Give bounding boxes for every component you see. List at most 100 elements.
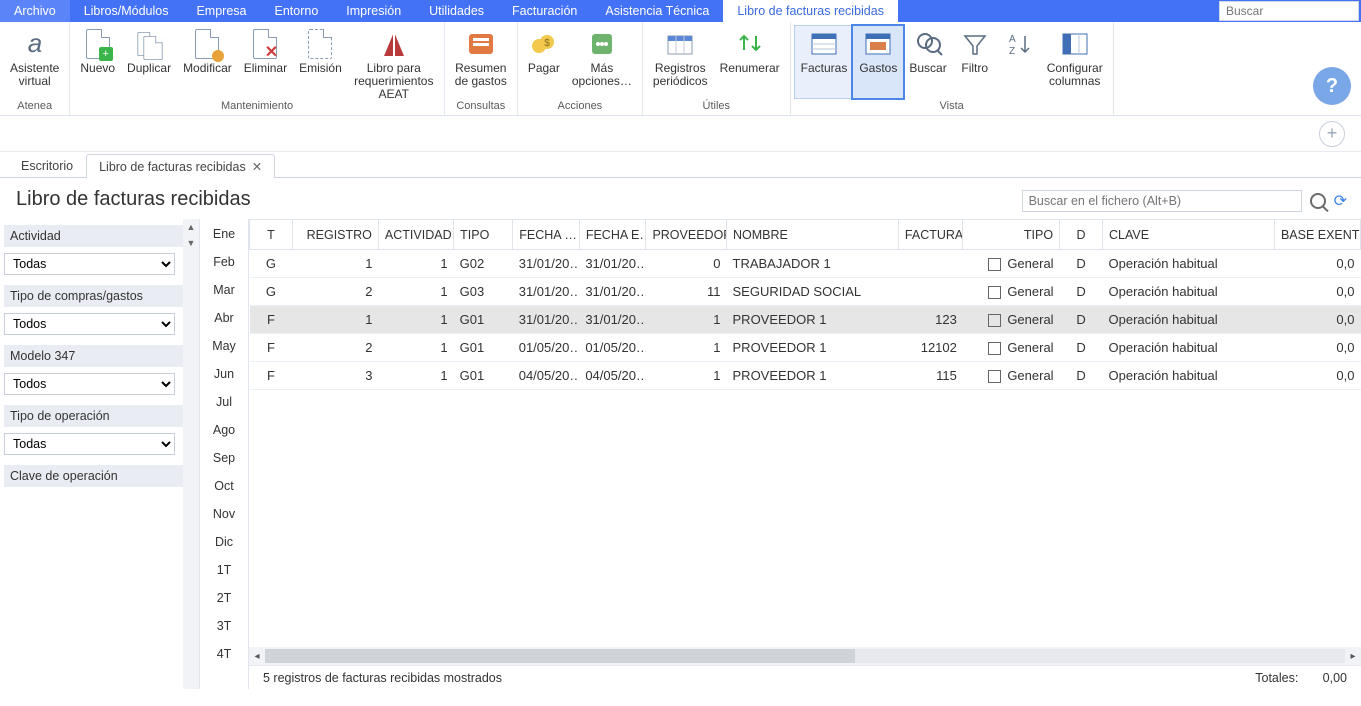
menu-impresi-n[interactable]: Impresión	[332, 0, 415, 22]
search-icon[interactable]	[1310, 193, 1326, 209]
ribbon-filtro-button[interactable]: Filtro	[953, 26, 997, 98]
filter-actividad[interactable]: Todas	[4, 253, 175, 275]
menu-empresa[interactable]: Empresa	[182, 0, 260, 22]
cell-tipo2: General	[963, 362, 1060, 390]
tab-escritorio[interactable]: Escritorio	[8, 154, 86, 177]
ribbon-buscar-button[interactable]: Buscar	[903, 26, 952, 98]
col-f2[interactable]: FECHA E…	[579, 220, 646, 250]
month-abr[interactable]: Abr	[208, 309, 239, 327]
ribbon-ordenar-button[interactable]: AZ	[997, 26, 1041, 98]
col-d[interactable]: D	[1060, 220, 1103, 250]
ribbon-gastos-button[interactable]: Gastos	[853, 26, 903, 98]
month-1t[interactable]: 1T	[211, 561, 238, 579]
checkbox-icon[interactable]	[988, 342, 1001, 355]
global-search-input[interactable]	[1219, 1, 1359, 21]
month-oct[interactable]: Oct	[208, 477, 239, 495]
menu-entorno[interactable]: Entorno	[260, 0, 332, 22]
month-ago[interactable]: Ago	[207, 421, 241, 439]
filter-modelo[interactable]: Todos	[4, 373, 175, 395]
ribbon-eliminar-button[interactable]: ✕Eliminar	[238, 26, 293, 98]
col-registro[interactable]: REGISTRO	[292, 220, 378, 250]
ribbon-cols-button[interactable]: Configurarcolumnas	[1041, 26, 1109, 98]
col-prov[interactable]: PROVEEDOR	[646, 220, 727, 250]
month-ene[interactable]: Ene	[207, 225, 241, 243]
svg-text:A: A	[1009, 34, 1016, 45]
checkbox-icon[interactable]	[988, 286, 1001, 299]
help-button[interactable]: ?	[1313, 67, 1351, 105]
filter-compras[interactable]: Todos	[4, 313, 175, 335]
month-4t[interactable]: 4T	[211, 645, 238, 663]
checkbox-icon[interactable]	[988, 258, 1001, 271]
ribbon-gastos-label: Gastos	[859, 62, 897, 75]
month-feb[interactable]: Feb	[207, 253, 241, 271]
tab-close-icon[interactable]: ✕	[252, 160, 262, 174]
month-dic[interactable]: Dic	[209, 533, 239, 551]
month-jul[interactable]: Jul	[210, 393, 238, 411]
table-row[interactable]: G21G0331/01/20…31/01/20…11SEGURIDAD SOCI…	[250, 278, 1361, 306]
col-actividad[interactable]: ACTIVIDAD	[378, 220, 453, 250]
month-jun[interactable]: Jun	[208, 365, 240, 383]
cell-prov: 1	[646, 334, 727, 362]
ribbon-libroaeat-button[interactable]: Libro pararequerimientos AEAT	[348, 26, 440, 98]
cell-base: 0,0	[1274, 250, 1360, 278]
filter-scrollbar[interactable]: ▲▼	[183, 219, 199, 689]
add-button[interactable]: +	[1319, 121, 1345, 147]
ordenar-icon: AZ	[1003, 28, 1035, 60]
checkbox-icon[interactable]	[988, 314, 1001, 327]
cell-registro: 2	[292, 278, 378, 306]
cell-actividad: 1	[378, 250, 453, 278]
cell-factura: 115	[898, 362, 962, 390]
ribbon-emision-label: Emisión	[299, 62, 342, 75]
ribbon-asistente-button[interactable]: aAsistentevirtual	[4, 26, 65, 98]
ribbon-nuevo-button[interactable]: +Nuevo	[74, 26, 121, 98]
tab-libro-de-facturas-recibidas[interactable]: Libro de facturas recibidas✕	[86, 154, 275, 178]
resumen-icon	[465, 28, 497, 60]
col-tipo[interactable]: TIPO	[454, 220, 513, 250]
refresh-icon[interactable]: ⟳	[1334, 191, 1347, 211]
menu-asistencia-t-cnica[interactable]: Asistencia Técnica	[591, 0, 723, 22]
main: Actividad Todas Tipo de compras/gastos T…	[0, 219, 1361, 689]
table-row[interactable]: G11G0231/01/20…31/01/20…0TRABAJADOR 1Gen…	[250, 250, 1361, 278]
col-nombre[interactable]: NOMBRE	[727, 220, 899, 250]
ribbon-resumen-button[interactable]: Resumende gastos	[449, 26, 513, 98]
month-may[interactable]: May	[206, 337, 242, 355]
menu-facturaci-n[interactable]: Facturación	[498, 0, 591, 22]
filter-label-compras: Tipo de compras/gastos	[4, 285, 191, 307]
filter-label-modelo: Modelo 347	[4, 345, 191, 367]
ribbon-facturas-button[interactable]: Facturas	[795, 26, 854, 98]
menu-libro-de-facturas-recibidas[interactable]: Libro de facturas recibidas	[723, 0, 898, 22]
cell-base: 0,0	[1274, 334, 1360, 362]
cell-factura	[898, 250, 962, 278]
menu-archivo[interactable]: Archivo	[0, 0, 70, 22]
menu-utilidades[interactable]: Utilidades	[415, 0, 498, 22]
month-3t[interactable]: 3T	[211, 617, 238, 635]
month-mar[interactable]: Mar	[207, 281, 241, 299]
filter-operacion[interactable]: Todas	[4, 433, 175, 455]
ribbon-modificar-button[interactable]: Modificar	[177, 26, 238, 98]
month-sep[interactable]: Sep	[207, 449, 241, 467]
checkbox-icon[interactable]	[988, 370, 1001, 383]
table-row[interactable]: F11G0131/01/20…31/01/20…1PROVEEDOR 1123G…	[250, 306, 1361, 334]
ribbon-renumerar-button[interactable]: Renumerar	[714, 26, 786, 98]
menu-libros-m-dulos[interactable]: Libros/Módulos	[70, 0, 183, 22]
cell-tipo2: General	[963, 306, 1060, 334]
col-clave[interactable]: CLAVE	[1103, 220, 1275, 250]
cell-prov: 0	[646, 250, 727, 278]
table-row[interactable]: F31G0104/05/20…04/05/20…1PROVEEDOR 1115G…	[250, 362, 1361, 390]
ribbon-emision-button[interactable]: Emisión	[293, 26, 348, 98]
ribbon-registros-label: Registrosperiódicos	[653, 62, 708, 88]
col-tipo2[interactable]: TIPO	[963, 220, 1060, 250]
ribbon-registros-button[interactable]: Registrosperiódicos	[647, 26, 714, 98]
col-f1[interactable]: FECHA …	[513, 220, 580, 250]
table-row[interactable]: F21G0101/05/20…01/05/20…1PROVEEDOR 11210…	[250, 334, 1361, 362]
month-2t[interactable]: 2T	[211, 589, 238, 607]
ribbon-duplicar-button[interactable]: Duplicar	[121, 26, 177, 98]
col-factura[interactable]: FACTURA	[898, 220, 962, 250]
file-search-input[interactable]	[1022, 190, 1302, 212]
ribbon-mas-button[interactable]: Másopciones…	[566, 26, 638, 98]
col-t[interactable]: T	[250, 220, 293, 250]
horizontal-scrollbar[interactable]: ◂▸	[249, 647, 1361, 665]
month-nov[interactable]: Nov	[207, 505, 241, 523]
ribbon-pagar-button[interactable]: $Pagar	[522, 26, 566, 98]
col-base[interactable]: BASE EXENT	[1274, 220, 1360, 250]
